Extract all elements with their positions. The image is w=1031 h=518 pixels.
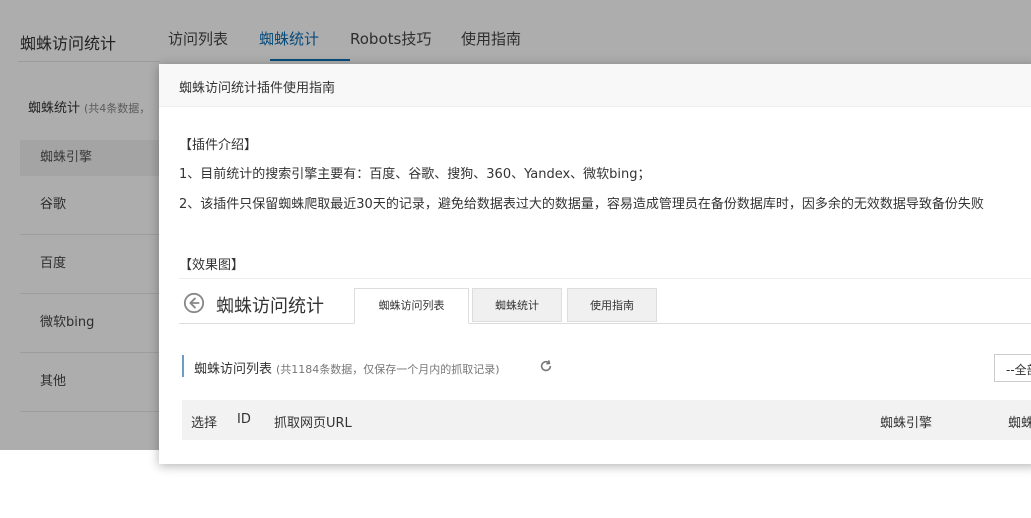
guide-modal: 蜘蛛访问统计插件使用指南 【插件介绍】 1、目前统计的搜索引擎主要有：百度、谷歌… (159, 64, 1031, 464)
column-header-url: 抓取网页URL (274, 416, 352, 431)
section-intro-heading: 【插件介绍】 (179, 138, 258, 153)
screenshot-list-subtitle: (共1184条数据，仅保存一个月内的抓取记录) (276, 363, 500, 376)
column-header-id: ID (237, 412, 251, 427)
divider (179, 278, 1031, 279)
intro-line-1: 1、目前统计的搜索引擎主要有：百度、谷歌、搜狗、360、Yandex、微软bin… (179, 167, 651, 182)
tab-bar-divider (179, 323, 1031, 324)
modal-title: 蜘蛛访问统计插件使用指南 (179, 81, 336, 96)
list-title-marker (182, 355, 184, 377)
back-arrow-circle-icon (183, 292, 205, 314)
screenshot-title: 蜘蛛访问统计 (216, 296, 324, 317)
effect-screenshot: 蜘蛛访问统计 蜘蛛统计 使用指南 蜘蛛访问列表 蜘蛛访问列表 (共1184条数据，… (179, 278, 1031, 518)
column-header-engine: 蜘蛛引擎 (880, 416, 933, 431)
screenshot-tab-list: 蜘蛛访问列表 (354, 288, 469, 324)
screenshot-list-title: 蜘蛛访问列表 (194, 362, 273, 377)
engine-filter-select: --全部 (994, 354, 1031, 382)
screenshot-tab-guide: 使用指南 (567, 288, 657, 322)
screenshot-list-heading: 蜘蛛访问列表 (共1184条数据，仅保存一个月内的抓取记录) (194, 358, 500, 377)
column-header-spider: 蜘蛛 (1008, 416, 1031, 431)
modal-header: 蜘蛛访问统计插件使用指南 (159, 64, 1031, 107)
section-effect-heading: 【效果图】 (179, 258, 245, 273)
intro-line-2: 2、该插件只保留蜘蛛爬取最近30天的记录，避免给数据表过大的数据量，容易造成管理… (179, 197, 984, 212)
screenshot-table-header: 选择 ID 抓取网页URL 蜘蛛引擎 蜘蛛 (182, 400, 1031, 440)
refresh-icon (540, 360, 552, 372)
screenshot-tab-stats: 蜘蛛统计 (472, 288, 562, 322)
column-header-select: 选择 (191, 416, 218, 431)
